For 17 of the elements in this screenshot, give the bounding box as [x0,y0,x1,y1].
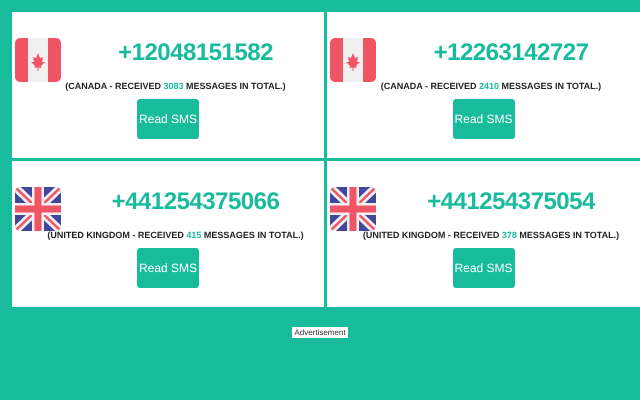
advertisement-label: Advertisement [292,327,348,338]
message-count-text: (CANADA - RECEIVED 2410 MESSAGES IN TOTAL.) [380,81,602,91]
read-sms-button[interactable]: Read SMS [137,99,199,139]
canada-flag-icon [15,37,61,83]
read-sms-button[interactable]: Read SMS [452,248,514,288]
union-jack-flag-icon [330,186,376,232]
phone-number: +441254375066 [112,188,280,216]
message-count-text: (UNITED KINGDOM - RECEIVED 378 MESSAGES IN TOTAL.) [362,230,620,240]
phone-number: +12263142727 [434,39,588,67]
phone-number: +12048151582 [118,39,273,67]
union-jack-flag-icon [15,186,61,232]
canada-flag-icon [330,37,376,83]
message-count-text: (UNITED KINGDOM - RECEIVED 415 MESSAGES IN TOTAL.) [47,230,304,240]
read-sms-button[interactable]: Read SMS [452,99,514,139]
message-count-text: (CANADA - RECEIVED 3083 MESSAGES IN TOTAL.) [65,81,286,91]
phone-number: +441254375054 [427,188,595,216]
read-sms-button[interactable]: Read SMS [137,248,199,288]
